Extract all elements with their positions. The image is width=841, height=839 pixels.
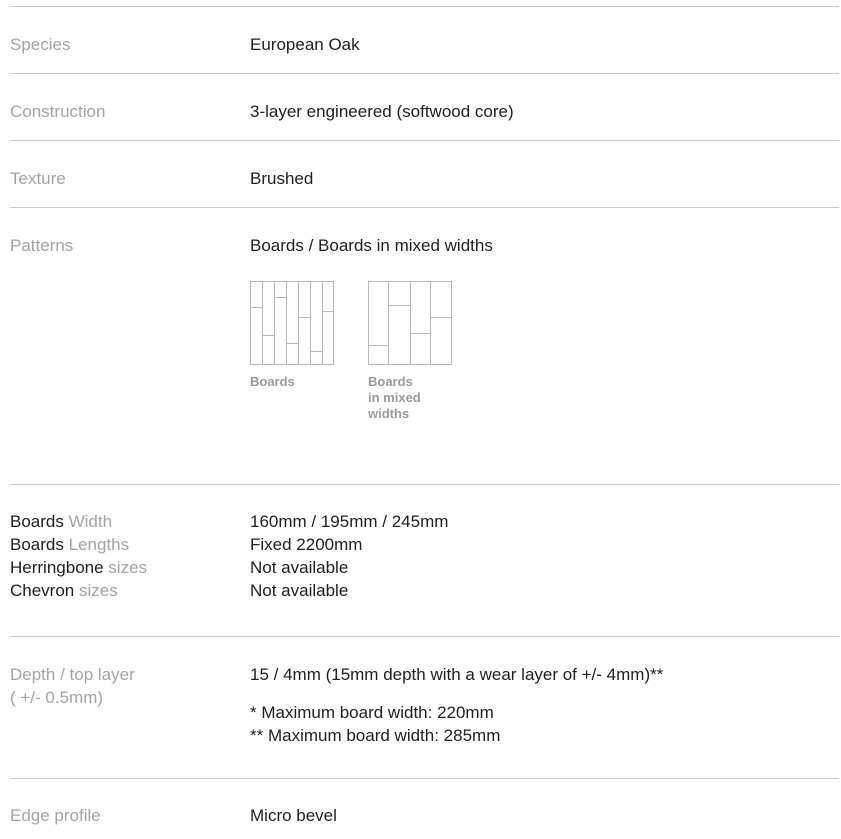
product-spec-table: Species European Oak Construction 3-laye…: [10, 6, 839, 839]
mixed-width-boards-pattern-icon: [368, 281, 452, 365]
spec-label-depth: Depth / top layer ( +/- 0.5mm): [10, 637, 250, 709]
size-labels: Boards Width Boards Lengths Herringbone …: [10, 485, 250, 602]
pattern-option-boards[interactable]: Boards: [250, 281, 368, 422]
pattern-caption-mixed-widths: Boards in mixed widths: [368, 374, 421, 421]
spec-label-edge-profile: Edge profile: [10, 806, 101, 825]
size-label-dim: sizes: [108, 558, 148, 577]
size-label-strong: Boards: [10, 535, 64, 554]
depth-note-1: * Maximum board width: 220mm: [250, 703, 494, 722]
spec-row-texture: Texture Brushed: [10, 140, 839, 207]
spec-row-construction: Construction 3-layer engineered (softwoo…: [10, 73, 839, 140]
depth-label-line-1: Depth / top layer: [10, 665, 135, 684]
spec-label-species: Species: [10, 35, 71, 54]
depth-value: 15 / 4mm (15mm depth with a wear layer o…: [250, 665, 664, 684]
spec-row-patterns: Patterns Boards / Boards in mixed widths: [10, 207, 839, 484]
size-label-board-lengths: Boards Lengths: [10, 533, 250, 556]
pattern-caption-boards: Boards: [250, 374, 295, 389]
boards-pattern-icon: [250, 281, 334, 365]
depth-note-2: ** Maximum board width: 285mm: [250, 726, 501, 745]
spec-label-construction: Construction: [10, 102, 106, 121]
spec-value-edge-profile: Micro bevel: [250, 806, 337, 825]
spec-value-depth: 15 / 4mm (15mm depth with a wear layer o…: [250, 637, 839, 747]
size-label-strong: Herringbone: [10, 558, 104, 577]
size-label-herringbone: Herringbone sizes: [10, 556, 250, 579]
spec-label-texture: Texture: [10, 169, 66, 188]
size-label-dim: Lengths: [68, 535, 130, 554]
size-label-dim: sizes: [79, 581, 118, 600]
patterns-summary: Boards / Boards in mixed widths: [250, 236, 493, 255]
size-value-chevron: Not available: [250, 581, 349, 600]
size-values: 160mm / 195mm / 245mm Fixed 2200mm Not a…: [250, 485, 839, 602]
size-value-board-lengths: Fixed 2200mm: [250, 535, 363, 554]
size-label-strong: Chevron: [10, 581, 75, 600]
spec-label-patterns: Patterns: [10, 236, 74, 255]
spec-value-species: European Oak: [250, 35, 360, 54]
spec-value-texture: Brushed: [250, 169, 314, 188]
spec-value-patterns: Boards / Boards in mixed widths Boards B…: [250, 208, 839, 422]
size-value-herringbone: Not available: [250, 558, 349, 577]
size-label-chevron: Chevron sizes: [10, 579, 250, 602]
pattern-options: Boards Boards in mixed widths: [250, 281, 839, 422]
size-value-board-width: 160mm / 195mm / 245mm: [250, 512, 449, 531]
spec-row-species: Species European Oak: [10, 6, 839, 73]
size-label-dim: Width: [68, 512, 113, 531]
spec-row-sizes: Boards Width Boards Lengths Herringbone …: [10, 484, 839, 636]
depth-label-line-2: ( +/- 0.5mm): [10, 688, 104, 707]
size-label-board-width: Boards Width: [10, 510, 250, 533]
pattern-option-mixed-widths[interactable]: Boards in mixed widths: [368, 281, 486, 422]
spec-row-depth: Depth / top layer ( +/- 0.5mm) 15 / 4mm …: [10, 636, 839, 778]
spec-row-edge-profile: Edge profile Micro bevel: [10, 778, 839, 839]
size-label-strong: Boards: [10, 512, 64, 531]
spec-value-construction: 3-layer engineered (softwood core): [250, 102, 514, 121]
